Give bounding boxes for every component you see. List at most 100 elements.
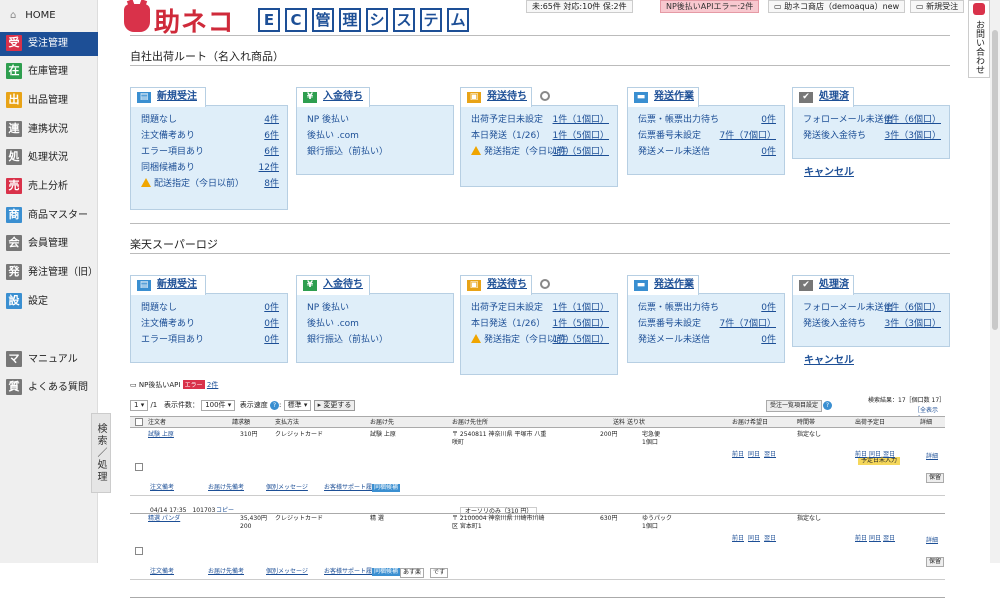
sidebar-item-2[interactable]: 出出品管理 bbox=[0, 89, 98, 113]
card-row[interactable]: 本日発送（1/26） 1件（5個口） bbox=[471, 318, 609, 330]
detail-link[interactable]: 詳細 bbox=[926, 537, 938, 545]
card-row[interactable]: 発送後入金待ち 3件（3個口） bbox=[803, 130, 941, 142]
card-tab-3[interactable]: ▬ 発送作業 bbox=[627, 87, 699, 107]
card-row[interactable]: 伝票・帳票出力待ち 0件 bbox=[638, 114, 776, 126]
per-page-select[interactable]: 100件 ▾ bbox=[201, 399, 236, 411]
card-tab-4[interactable]: ✔ 処理済 bbox=[792, 87, 854, 107]
settings-help-icon[interactable]: ? bbox=[823, 401, 832, 410]
order-sub-link[interactable]: お客様サポート履歴 bbox=[324, 484, 378, 492]
card-row[interactable]: 発送指定（今日以前） 1件（5個口） bbox=[471, 146, 609, 158]
ship-date-link[interactable]: 前日 bbox=[855, 535, 867, 543]
card-tab-3[interactable]: ▬ 発送作業 bbox=[627, 275, 699, 295]
contact-tab[interactable]: お問い合わせ bbox=[968, 0, 990, 78]
card-row[interactable]: 出荷予定日未設定 1件（1個口） bbox=[471, 114, 609, 126]
ship-date-link[interactable]: 前日 bbox=[855, 451, 867, 459]
scrollbar-thumb[interactable] bbox=[992, 30, 998, 330]
status-summary[interactable]: 未:65件 対応:10件 保:2件 bbox=[526, 0, 633, 13]
card-row[interactable]: 同梱候補あり 12件 bbox=[141, 162, 279, 174]
sidebar-item-0[interactable]: 受受注管理 bbox=[0, 32, 98, 56]
card-row[interactable]: NP 後払い bbox=[307, 114, 445, 126]
hold-button[interactable]: 保留 bbox=[926, 557, 945, 567]
card-tab-0[interactable]: ▤ 新規受注 bbox=[130, 87, 206, 107]
order-sub-link[interactable]: お届け先備考 bbox=[208, 484, 244, 492]
card-tab-0[interactable]: ▤ 新規受注 bbox=[130, 275, 206, 295]
card-row[interactable]: フォローメール未送信 4件（6個口） bbox=[803, 114, 941, 126]
card-row[interactable]: 後払い .com bbox=[307, 318, 445, 330]
sidebar-item-10[interactable]: ママニュアル bbox=[0, 348, 98, 372]
detail-link[interactable]: 詳細 bbox=[926, 453, 938, 461]
hold-button[interactable]: 保留 bbox=[926, 473, 945, 483]
date-link[interactable]: 翌日 bbox=[764, 535, 776, 543]
shop-name[interactable]: ▭ 助ネコ商店（demoaqua）new bbox=[768, 0, 906, 13]
help-icon[interactable]: ? bbox=[270, 401, 279, 410]
card-row[interactable]: 伝票番号未設定 7件（7個口） bbox=[638, 130, 776, 142]
sidebar-item-7[interactable]: 会会員管理 bbox=[0, 232, 98, 256]
card-row[interactable]: 発送指定（今日以前） 1件（5個口） bbox=[471, 334, 609, 346]
card-row[interactable]: 発送メール未送信 0件 bbox=[638, 146, 776, 158]
card-tab-2[interactable]: ▣ 発送待ち bbox=[460, 87, 532, 107]
card-row[interactable]: NP 後払い bbox=[307, 302, 445, 314]
cancel-link[interactable]: キャンセル bbox=[804, 351, 854, 366]
speed-select[interactable]: 標準 ▾ bbox=[283, 399, 312, 411]
row-checkbox[interactable] bbox=[135, 463, 143, 471]
card-row[interactable]: 注文備考あり 0件 bbox=[141, 318, 279, 330]
search-process-tab[interactable]: 検索／処理 bbox=[91, 413, 111, 493]
customer-name[interactable]: 試験 上原 bbox=[148, 431, 174, 439]
sidebar-item-8[interactable]: 発発注管理（旧） bbox=[0, 261, 98, 285]
card-tab-1[interactable]: ¥ 入金待ち bbox=[296, 275, 370, 295]
order-sub-link[interactable]: 注文備考 bbox=[150, 484, 174, 492]
card-tab-1[interactable]: ¥ 入金待ち bbox=[296, 87, 370, 107]
ship-date-link[interactable]: 同日 bbox=[869, 451, 881, 459]
order-sub-link[interactable]: 注文備考 bbox=[150, 568, 174, 576]
sidebar-item-9[interactable]: 設設定 bbox=[0, 290, 98, 314]
select-all-checkbox[interactable] bbox=[135, 418, 143, 426]
card-row[interactable]: 伝票番号未設定 7件（7個口） bbox=[638, 318, 776, 330]
sidebar-item-4[interactable]: 処処理状況 bbox=[0, 146, 98, 170]
cancel-link[interactable]: キャンセル bbox=[804, 163, 854, 178]
card-row[interactable]: 本日発送（1/26） 1件（5個口） bbox=[471, 130, 609, 142]
date-link[interactable]: 翌日 bbox=[764, 451, 776, 459]
card-row[interactable]: 発送メール未送信 0件 bbox=[638, 334, 776, 346]
customer-name[interactable]: 精選 パンダ bbox=[148, 515, 180, 523]
np-error-badge[interactable]: NP後払いAPIエラー:2件 bbox=[660, 0, 760, 13]
card-row[interactable]: 問題なし 0件 bbox=[141, 302, 279, 314]
list-settings-button[interactable]: 受注一覧項目設定 bbox=[766, 400, 823, 412]
sidebar-item-5[interactable]: 売売上分析 bbox=[0, 175, 98, 199]
scrollbar[interactable] bbox=[990, 0, 1000, 563]
sidebar-item-11[interactable]: 質よくある質問 bbox=[0, 376, 98, 400]
ship-date-link[interactable]: 翌日 bbox=[883, 535, 895, 543]
sidebar-item-3[interactable]: 連連携状況 bbox=[0, 118, 98, 142]
card-tab-4[interactable]: ✔ 処理済 bbox=[792, 275, 854, 295]
order-sub-link[interactable]: 個別メッセージ bbox=[266, 484, 308, 492]
card-row[interactable]: 銀行振込（前払い） bbox=[307, 334, 445, 346]
card-row[interactable]: エラー項目あり 0件 bbox=[141, 334, 279, 346]
card-row[interactable]: エラー項目あり 6件 bbox=[141, 146, 279, 158]
card-row[interactable]: 銀行振込（前払い） bbox=[307, 146, 445, 158]
card-row[interactable]: 配送指定（今日以前） 8件 bbox=[141, 178, 279, 190]
card-row[interactable]: フォローメール未送信 4件（6個口） bbox=[803, 302, 941, 314]
card-row[interactable]: 伝票・帳票出力待ち 0件 bbox=[638, 302, 776, 314]
date-link[interactable]: 前日 bbox=[732, 535, 744, 543]
logo[interactable]: 助ネコ bbox=[154, 2, 234, 39]
order-sub-link[interactable]: 個別メッセージ bbox=[266, 568, 308, 576]
card-row[interactable]: 後払い .com bbox=[307, 130, 445, 142]
card-row[interactable]: 出荷予定日未設定 1件（1個口） bbox=[471, 302, 609, 314]
ship-date-link[interactable]: 翌日 bbox=[883, 451, 895, 459]
search-icon[interactable] bbox=[540, 279, 550, 289]
order-sub-link[interactable]: お届け先備考 bbox=[208, 568, 244, 576]
search-icon[interactable] bbox=[540, 91, 550, 101]
card-tab-2[interactable]: ▣ 発送待ち bbox=[460, 275, 532, 295]
new-order-notice[interactable]: ▭ 新規受注 bbox=[910, 0, 965, 13]
order-sub-link[interactable]: お客様サポート履歴 bbox=[324, 568, 378, 576]
date-link[interactable]: 前日 bbox=[732, 451, 744, 459]
card-row[interactable]: 注文備考あり 6件 bbox=[141, 130, 279, 142]
page-select[interactable]: 1 ▾ bbox=[130, 399, 149, 411]
card-row[interactable]: 問題なし 4件 bbox=[141, 114, 279, 126]
row-checkbox[interactable] bbox=[135, 547, 143, 555]
card-row[interactable]: 発送後入金待ち 3件（3個口） bbox=[803, 318, 941, 330]
sidebar-item-1[interactable]: 在在庫管理 bbox=[0, 60, 98, 84]
date-link[interactable]: 同日 bbox=[748, 535, 760, 543]
ship-date-link[interactable]: 同日 bbox=[869, 535, 881, 543]
change-button[interactable]: ▸ 変更する bbox=[313, 399, 356, 411]
sidebar-item-6[interactable]: 商商品マスター bbox=[0, 204, 98, 228]
